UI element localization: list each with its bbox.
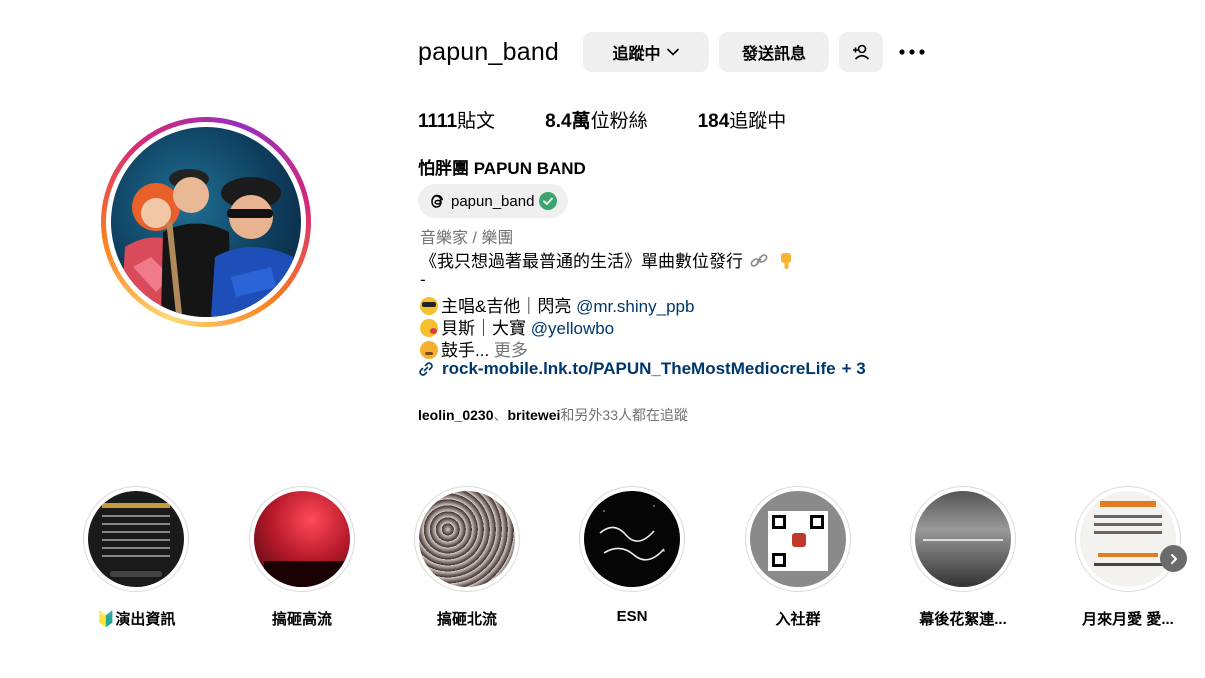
chevron-down-icon <box>666 48 679 56</box>
highlight-item[interactable]: 搞砸北流 <box>412 486 522 629</box>
followed-by-rest: 和另外33人都在追蹤 <box>560 407 688 423</box>
highlight-cover <box>915 491 1011 587</box>
message-button[interactable]: 發送訊息 <box>719 32 830 72</box>
band-photo <box>121 169 301 317</box>
following-button-label: 追蹤中 <box>612 46 661 63</box>
followed-by-separator: 、 <box>493 407 508 423</box>
external-link[interactable]: rock-mobile.lnk.to/PAPUN_TheMostMediocre… <box>418 359 866 379</box>
mention-yellowbo[interactable]: @yellowbo <box>531 319 614 338</box>
highlight-label: 月來月愛 愛... <box>1082 611 1174 628</box>
full-name: 怕胖團 PAPUN BAND <box>418 159 586 178</box>
highlight-item[interactable]: ESN <box>577 486 687 625</box>
profile-category: 音樂家 / 樂團 <box>420 230 514 247</box>
highlight-cover <box>254 491 350 587</box>
highlight-cover <box>1080 491 1176 587</box>
highlight-cover <box>750 491 846 587</box>
posts-label: 貼文 <box>457 111 496 132</box>
threads-link[interactable]: papun_band <box>418 184 569 218</box>
add-user-icon <box>853 44 870 60</box>
highlight-cover-ring[interactable] <box>83 486 189 592</box>
highlights-next-button[interactable] <box>1160 545 1187 572</box>
external-link-extra: + 3 <box>841 359 866 378</box>
followed-by-user-2: britewei <box>507 407 561 423</box>
bio-line-release: 《我只想過著最普通的生活》單曲數位發行 <box>420 247 796 272</box>
pointing-down-emoji-icon <box>781 253 792 269</box>
more-options-button[interactable] <box>897 32 927 72</box>
more-options-icon <box>899 49 925 55</box>
highlight-cover-ring[interactable] <box>910 486 1016 592</box>
kissing-heart-emoji-icon <box>420 319 438 337</box>
highlight-label: 搞砸高流 <box>271 611 332 628</box>
username: papun_band <box>418 37 560 66</box>
sunglasses-emoji-icon <box>420 297 438 315</box>
suggest-users-button[interactable] <box>839 32 884 72</box>
verified-badge-icon <box>539 192 558 210</box>
following-stat[interactable]: 184追蹤中 <box>698 106 787 133</box>
highlight-cover-art <box>599 505 665 561</box>
highlight-cover <box>419 491 515 587</box>
followers-count: 8.4萬 <box>545 111 591 132</box>
highlight-item[interactable]: 搞砸高流 <box>247 486 357 629</box>
avatar-frame <box>106 122 306 322</box>
posts-stat: 1111貼文 <box>418 106 495 133</box>
external-link-url: rock-mobile.lnk.to/PAPUN_TheMostMediocre… <box>442 359 836 378</box>
highlight-item[interactable]: 入社群 <box>743 486 853 629</box>
highlight-label: 入社群 <box>775 611 821 628</box>
highlight-cover-ring[interactable] <box>414 486 520 592</box>
highlight-cover-ring[interactable] <box>1075 486 1181 592</box>
drums-text: 鼓手... <box>441 341 494 360</box>
chevron-right-icon <box>1170 553 1177 564</box>
highlight-label: 幕後花絮連... <box>919 611 1007 628</box>
highlight-item[interactable]: 幕後花絮連... <box>908 486 1018 629</box>
link-icon <box>419 362 433 376</box>
highlight-label: 🔰演出資訊 <box>96 611 176 628</box>
bio-line-drums: 鼓手... 更多 <box>420 336 528 361</box>
highlight-cover <box>88 491 184 587</box>
threads-handle: papun_band <box>451 192 535 210</box>
followed-by-user-1: leolin_0230 <box>418 407 494 423</box>
steaming-face-emoji-icon <box>420 341 438 359</box>
following-label: 追蹤中 <box>729 111 787 132</box>
highlight-label: 搞砸北流 <box>436 611 497 628</box>
highlight-cover-ring[interactable] <box>579 486 685 592</box>
bio-line-dash: - <box>420 270 426 289</box>
highlight-cover-ring[interactable] <box>745 486 851 592</box>
avatar[interactable] <box>111 127 301 317</box>
link-chain-emoji-icon <box>750 254 768 267</box>
message-button-label: 發送訊息 <box>742 46 807 63</box>
threads-icon <box>431 194 444 208</box>
highlight-item[interactable]: 🔰演出資訊 <box>81 486 191 629</box>
followers-label: 位粉絲 <box>590 111 648 132</box>
bio-release-text: 《我只想過著最普通的生活》單曲數位發行 <box>420 252 743 271</box>
profile-avatar-ring[interactable] <box>101 117 311 327</box>
highlight-cover-ring[interactable] <box>249 486 355 592</box>
highlight-label: ESN <box>616 608 648 625</box>
following-button[interactable]: 追蹤中 <box>583 32 710 72</box>
followed-by[interactable]: leolin_0230、britewei和另外33人都在追蹤 <box>418 405 688 425</box>
posts-count: 1111 <box>418 111 458 132</box>
profile-stats: 1111貼文 8.4萬位粉絲 184追蹤中 <box>418 106 836 133</box>
profile-header: papun_band 追蹤中 發送訊息 <box>418 31 927 73</box>
following-count: 184 <box>697 111 730 132</box>
highlight-cover <box>584 491 680 587</box>
bio-more-link[interactable]: 更多 <box>494 341 528 360</box>
followers-stat[interactable]: 8.4萬位粉絲 <box>545 106 647 133</box>
